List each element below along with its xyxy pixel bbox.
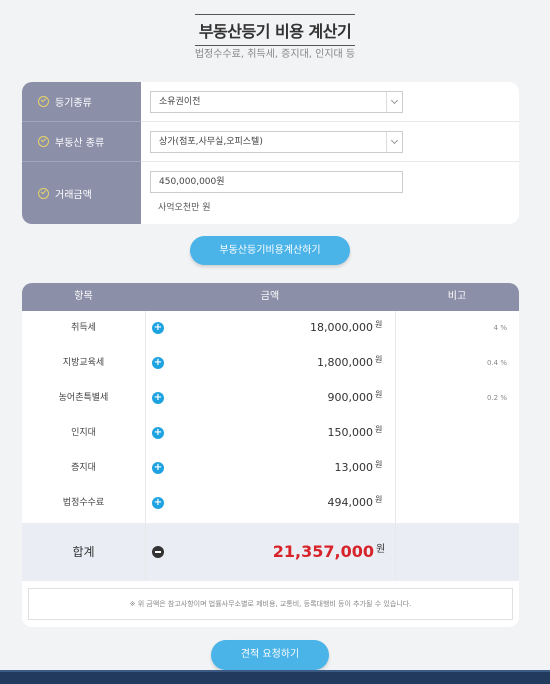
plus-icon[interactable]: + [152,427,164,439]
row-name: 농어촌특별세 [58,393,109,403]
row-note: 0.2 % [486,394,507,402]
row-amount: 900,000 [327,391,374,404]
currency-unit: 원 [375,495,383,504]
row-amount: 1,800,000 [317,356,373,369]
currency-unit: 원 [375,460,383,469]
table-row: 취득세 + 18,000,000 원 4 % [22,311,519,346]
chevron-down-icon[interactable] [386,92,402,112]
row-amount: 494,000 [327,496,374,509]
currency-unit: 원 [375,425,383,434]
form-row-property-type: 부동산 종류 상가(점포,사무실,오피스텔) [22,122,519,162]
calculator-form: 등기종류 소유권이전 부동산 종류 상가(점포,사무실,오피스텔) 거래금액 4… [22,82,519,224]
calculate-button[interactable]: 부동산등기비용계산하기 [190,236,350,265]
currency-unit: 원 [375,355,383,364]
equals-icon [152,546,164,558]
form-row-amount: 거래금액 450,000,000원 사억오천만 원 [22,162,519,224]
row-name: 증지대 [71,463,96,473]
plus-icon[interactable]: + [152,322,164,334]
form-label-registration-type: 등기종류 [22,82,141,122]
table-row: 법정수수료 + 494,000 원 [22,486,519,521]
row-note: 0.4 % [486,359,507,367]
check-circle-icon [38,187,49,199]
footer-bar [0,670,550,684]
request-quote-button[interactable]: 견적 요청하기 [211,640,329,670]
row-amount: 18,000,000 [310,321,373,334]
form-label-property-type: 부동산 종류 [22,122,141,162]
form-label-amount: 거래금액 [22,162,141,224]
column-header-note: 비고 [447,291,467,302]
form-field-property-type: 상가(점포,사무실,오피스텔) [141,122,519,162]
table-header: 항목 금액 비고 [22,283,519,311]
total-amount: 21,357,000 [272,542,374,561]
disclaimer-notice: ※ 위 금액은 참고사항이며 법률사무소별로 제비용, 교통비, 등록대행비 등… [28,588,513,620]
check-circle-icon [38,96,49,107]
total-row: 합계 21,357,000 원 [22,523,519,581]
table-row: 증지대 + 13,000 원 [22,451,519,486]
select-value: 소유권이전 [159,97,201,107]
row-name: 취득세 [71,323,96,333]
page-title: 부동산등기 비용 계산기 [0,14,550,46]
row-name: 법정수수료 [62,498,105,508]
table-row: 인지대 + 150,000 원 [22,416,519,451]
table-row: 지방교육세 + 1,800,000 원 0.4 % [22,346,519,381]
form-label-text: 부동산 종류 [55,138,105,149]
form-label-text: 거래금액 [55,189,92,201]
page-subtitle: 법정수수료, 취득세, 증지대, 인지대 등 [194,49,356,60]
result-table: 항목 금액 비고 취득세 + 18,000,000 원 4 % 지방교육세 + … [22,283,519,627]
property-type-select[interactable]: 상가(점포,사무실,오피스텔) [150,131,403,153]
check-circle-icon [38,136,49,147]
currency-unit: 원 [375,320,383,329]
amount-input[interactable]: 450,000,000원 [150,171,403,193]
currency-unit: 원 [375,390,383,399]
form-field-registration-type: 소유권이전 [141,82,519,122]
plus-icon[interactable]: + [152,462,164,474]
amount-korean-text: 사억오천만 원 [158,203,211,213]
plus-icon[interactable]: + [152,497,164,509]
column-header-item: 항목 [74,291,93,302]
form-field-amount: 450,000,000원 사억오천만 원 [141,162,519,224]
currency-unit: 원 [376,544,386,555]
column-divider [145,523,146,581]
total-label: 합계 [72,545,95,559]
row-note: 4 % [493,324,507,332]
column-header-amount: 금액 [260,291,280,302]
row-name: 인지대 [71,428,96,438]
row-amount: 13,000 [334,461,374,474]
row-amount: 150,000 [327,426,374,439]
select-value: 상가(점포,사무실,오피스텔) [159,137,263,147]
page-title-text: 부동산등기 비용 계산기 [194,14,356,46]
plus-icon[interactable]: + [152,357,164,369]
registration-type-select[interactable]: 소유권이전 [150,91,403,113]
chevron-down-icon[interactable] [386,132,402,152]
plus-icon[interactable]: + [152,392,164,404]
column-divider [395,523,396,581]
form-label-text: 등기종류 [55,98,92,109]
table-row: 농어촌특별세 + 900,000 원 0.2 % [22,381,519,416]
row-name: 지방교육세 [62,358,105,368]
form-row-registration-type: 등기종류 소유권이전 [22,82,519,122]
